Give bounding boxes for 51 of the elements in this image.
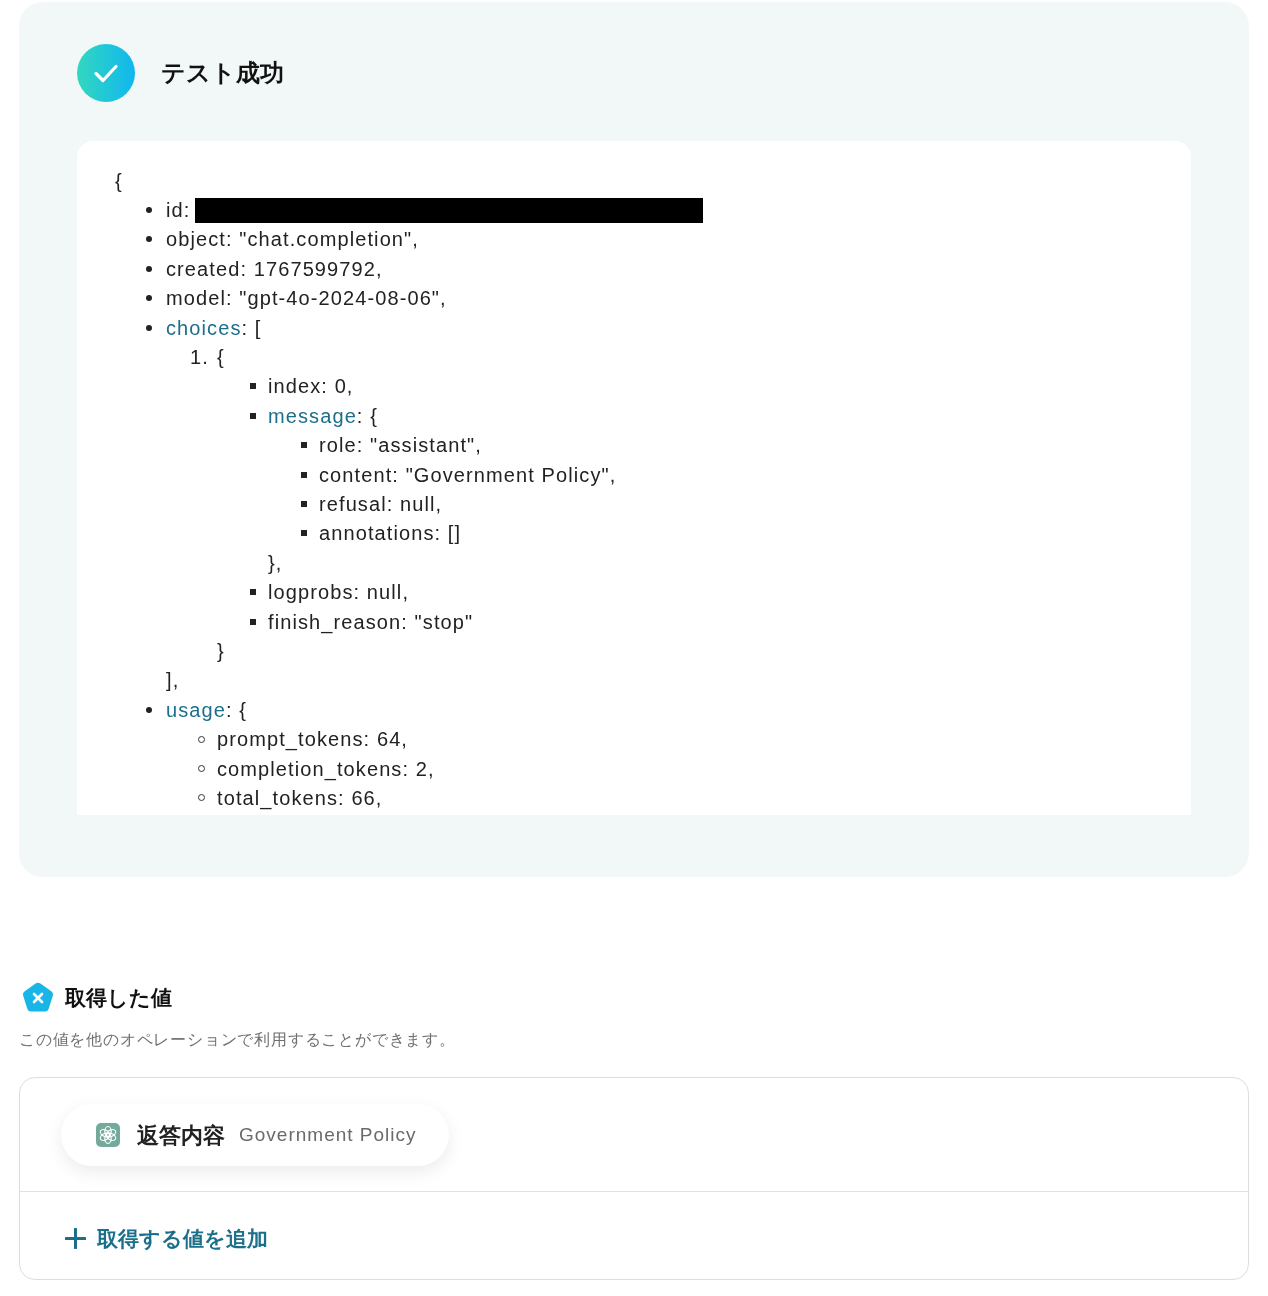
bullet-icon [146,706,152,713]
json-text: } [217,638,225,664]
json-line: object: "chat.completion", [166,227,419,253]
add-value-button[interactable]: 取得する値を追加 [65,1223,268,1255]
json-line: index: 0, [268,374,354,400]
json-text: }, [268,550,283,576]
json-line: finish_reason: "stop" [268,609,474,636]
bullet-icon [250,412,256,419]
json-key: id: [166,195,191,226]
json-line: prompt_tokens: 64, [217,727,409,753]
bullet-icon [146,207,152,214]
bullet-icon [146,236,152,243]
json-line: role: "assistant", [319,433,482,459]
check-icon [77,44,135,102]
bullet-icon [301,501,307,507]
value-text: Government Policy [239,1122,417,1147]
bullet-icon [301,471,307,478]
section-title: 取得した値 [65,984,172,1011]
json-key-link[interactable]: usage [166,694,226,725]
bullet-icon [301,442,307,449]
json-line: completion_tokens: 2, [217,756,435,783]
json-line: refusal: null, [319,492,443,517]
json-line: logprobs: null, [268,580,410,606]
json-text: : { [356,403,378,429]
bullet-icon [146,295,152,302]
json-text: { [217,345,225,371]
bullet-icon [146,265,152,272]
json-key-link[interactable]: choices [166,312,242,343]
bullet-icon [250,618,256,625]
result-title: テスト成功 [161,58,284,88]
bullet-icon [301,530,307,537]
bullet-icon [250,589,256,596]
json-line: created: 1767599792, [166,256,383,282]
plus-icon [65,1228,86,1250]
json-line: annotations: [] [319,521,462,547]
bullet-icon [250,383,256,390]
json-line: total_tokens: 66, [217,785,383,812]
json-line: model: "gpt-4o-2024-08-06", [166,286,447,312]
knot-logo-icon [96,1123,120,1148]
json-key-link[interactable]: message [268,400,357,431]
json-line: content: "Government Policy", [319,462,617,488]
bullet-icon [146,324,152,331]
json-text: : [ [241,315,262,341]
json-text: { [115,168,123,194]
value-chip[interactable]: 返答内容 Government Policy [61,1104,449,1167]
pentagon-x-icon [22,981,54,1013]
list-number: 1. [190,345,209,371]
json-text: : { [226,697,248,723]
section-description: この値を他のオペレーションで利用することができます。 [19,1030,457,1051]
json-text: ], [166,668,180,694]
value-label: 返答内容 [137,1121,225,1150]
